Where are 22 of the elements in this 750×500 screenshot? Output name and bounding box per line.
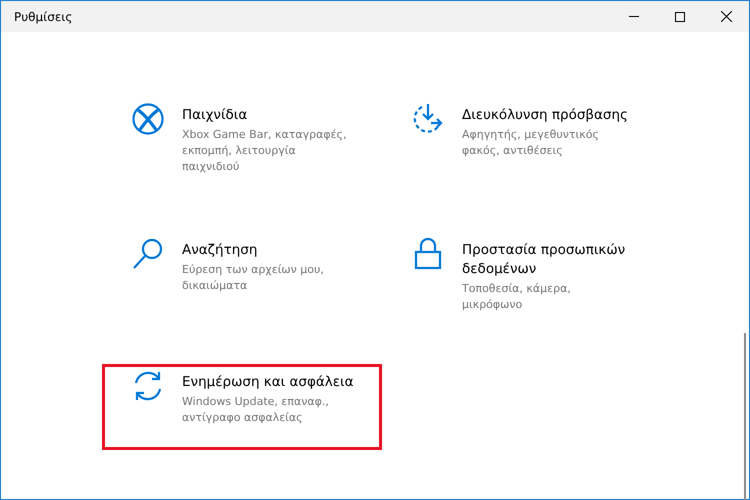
category-description: Αφηγητής, μεγεθυντικός φακός, αντιθέσεις — [462, 127, 600, 159]
scrollbar[interactable] — [744, 333, 746, 500]
category-title: Διευκόλυνση πρόσβασης — [462, 106, 629, 125]
category-description: Xbox Game Bar, καταγραφές, εκπομπή, λειτουργία παιχνιδιού — [182, 127, 348, 175]
category-title: Αναζήτηση — [182, 241, 258, 260]
category-title: Προστασία προσωπικών δεδομένων — [462, 241, 626, 279]
search-icon — [131, 237, 165, 271]
category-title: Ενημέρωση και ασφάλεια — [182, 373, 354, 392]
settings-category[interactable]: Διευκόλυνση πρόσβασης Αφηγητής, μεγεθυντικός φακός, αντιθέσεις — [382, 97, 650, 183]
category-description: Windows Update, επαναφ., αντίγραφο ασφαλείας — [182, 394, 330, 426]
window-title: Ρυθμίσεις — [13, 10, 74, 24]
settings-category[interactable]: Αναζήτηση Εύρεση των αρχείων μου, δικαιώματα — [102, 232, 382, 318]
settings-category[interactable]: Προστασία προσωπικών δεδομένων Τοποθεσία, κάμερα, μικρόφωνο — [382, 232, 650, 318]
maximize-icon — [675, 12, 685, 22]
close-icon — [720, 11, 732, 22]
xbox-icon — [131, 102, 165, 136]
category-title: Παιχνίδια — [182, 106, 248, 125]
settings-category[interactable]: Ενημέρωση και ασφάλεια Windows Update, επαναφ., αντίγραφο ασφαλείας — [102, 364, 382, 450]
category-description: Εύρεση των αρχείων μου, δικαιώματα — [182, 262, 325, 294]
category-description: Τοποθεσία, κάμερα, μικρόφωνο — [462, 281, 572, 313]
settings-category[interactable]: Παιχνίδια Xbox Game Bar, καταγραφές, εκπομπή, λειτουργία παιχνιδιού — [102, 97, 382, 183]
minimize-icon — [629, 16, 639, 17]
